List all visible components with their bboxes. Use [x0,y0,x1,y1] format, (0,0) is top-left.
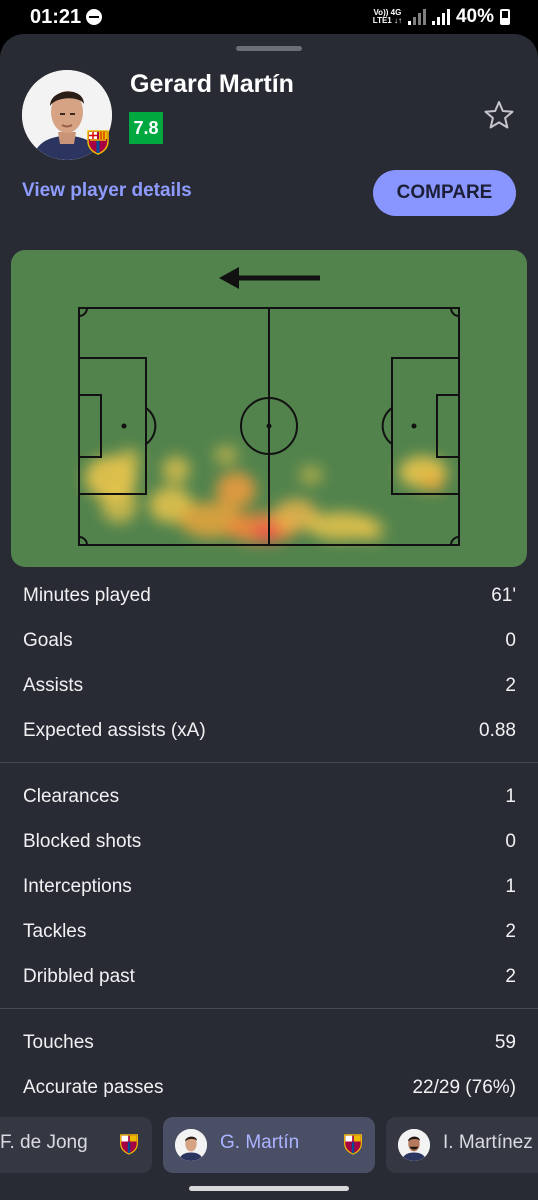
section-divider [0,1008,538,1009]
stat-row: Dribbled past 2 [0,953,538,998]
stat-value: 1 [505,786,516,807]
stat-label: Tackles [23,921,87,942]
player-tab-avatar [398,1129,430,1161]
stats-group-defending: Clearances 1 Blocked shots 0 Interceptions… [0,773,538,998]
player-tab-g-martin[interactable]: G. Martín [163,1117,375,1173]
stat-label: Clearances [23,786,120,807]
player-heatmap [11,250,527,567]
gesture-nav-bar[interactable] [189,1186,349,1191]
stat-row: Clearances 1 [0,773,538,818]
stats-group-passing: Touches 59 Accurate passes 22/29 (76%) [0,1019,538,1109]
player-rating-badge: 7.8 [129,112,163,144]
player-tab-name: F. de Jong [0,1132,88,1153]
stat-label: Interceptions [23,876,132,897]
network-indicator: Vo)) 4G LTE1 ↓↑ [372,8,402,25]
signal-icon [407,9,426,25]
stat-row: Blocked shots 0 [0,818,538,863]
player-sheet: Gerard Martín 7.8 View player details CO… [0,34,538,1200]
player-tab-i-martinez[interactable]: I. Martínez [386,1117,538,1173]
stat-label: Blocked shots [23,831,142,852]
signal-icon-2 [431,9,450,25]
stat-value: 2 [505,966,516,987]
club-badge-icon [343,1133,363,1155]
stat-row: Goals 0 [0,617,538,662]
status-time: 01:21 [30,6,82,28]
stat-label: Goals [23,630,73,651]
favorite-star-icon[interactable] [482,98,516,132]
player-tab-de-jong[interactable]: F. de Jong [0,1117,152,1173]
stat-row: Minutes played 61' [0,572,538,617]
stat-label: Dribbled past [23,966,135,987]
club-badge-icon [86,129,110,155]
stat-value: 59 [494,1032,516,1053]
stat-value: 1 [505,876,516,897]
status-icons: Vo)) 4G LTE1 ↓↑ 40% [373,6,510,28]
stat-value: 0 [505,831,516,852]
stat-label: Expected assists (xA) [23,720,206,741]
battery-icon [500,9,510,25]
stat-row: Tackles 2 [0,908,538,953]
stat-row: Touches 59 [0,1019,538,1064]
do-not-disturb-icon [86,9,102,25]
status-bar: 01:21 Vo)) 4G LTE1 ↓↑ 40% [0,0,538,34]
club-badge-icon [119,1133,139,1155]
attack-direction-arrow-icon [219,267,320,289]
stat-value: 22/29 (76%) [412,1077,516,1098]
player-tab-name: I. Martínez [443,1132,533,1153]
player-tab-avatar [175,1129,207,1161]
section-divider [0,762,538,763]
stat-row: Expected assists (xA) 0.88 [0,707,538,752]
player-name: Gerard Martín [130,70,294,98]
stat-value: 2 [505,921,516,942]
player-stats: Minutes played 61' Goals 0 Assists 2 Expect… [0,572,538,1109]
stat-value: 0 [505,630,516,651]
stat-label: Touches [23,1032,94,1053]
stat-label: Assists [23,675,84,696]
stat-value: 2 [505,675,516,696]
stat-value: 61' [491,585,516,606]
compare-button[interactable]: COMPARE [373,170,516,216]
stat-value: 0.88 [479,720,516,741]
view-player-details-link[interactable]: View player details [22,180,192,202]
stat-row: Accurate passes 22/29 (76%) [0,1064,538,1109]
sheet-drag-handle[interactable] [236,46,302,51]
player-tab-name: G. Martín [220,1132,300,1153]
stat-label: Accurate passes [23,1077,164,1098]
stat-row: Assists 2 [0,662,538,707]
stats-group-general: Minutes played 61' Goals 0 Assists 2 Expect… [0,572,538,752]
battery-percent: 40% [455,6,494,27]
stat-row: Interceptions 1 [0,863,538,908]
stat-label: Minutes played [23,585,151,606]
